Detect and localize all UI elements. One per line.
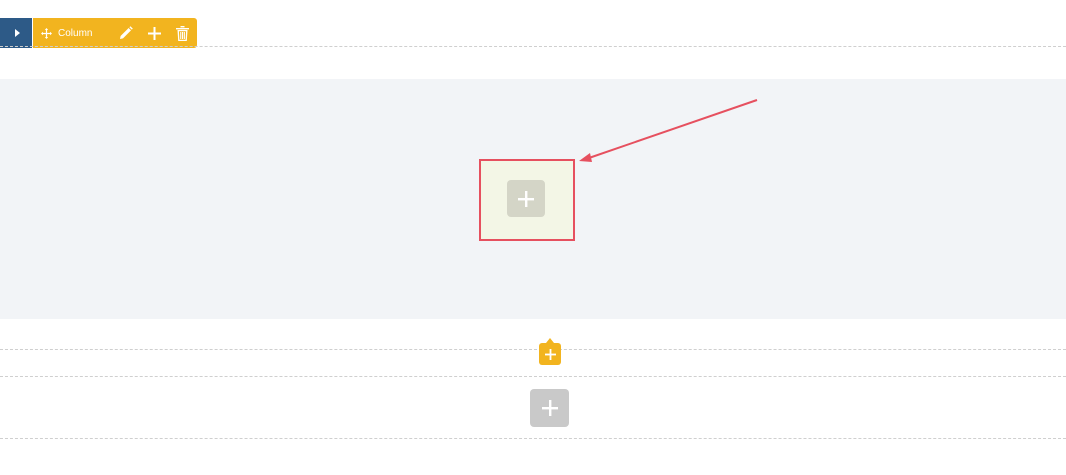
- section-boundary-line: [0, 438, 1066, 439]
- caret-right-icon: [14, 29, 20, 37]
- delete-column-button[interactable]: [169, 18, 197, 48]
- caret-up-icon: [546, 338, 554, 343]
- insert-section-button[interactable]: [539, 338, 561, 365]
- plus-icon: [544, 348, 556, 360]
- plus-icon: [147, 26, 161, 40]
- add-column-button[interactable]: [140, 18, 168, 48]
- row-handle-button[interactable]: [0, 18, 32, 48]
- column-boundary-line: [0, 46, 1066, 47]
- column-move-handle[interactable]: Column: [33, 18, 112, 48]
- add-section-button[interactable]: [530, 389, 569, 427]
- column-toolbar: Column: [33, 18, 197, 48]
- column-label: Column: [58, 27, 93, 39]
- section-boundary-line: [0, 349, 1066, 350]
- section-boundary-line: [0, 376, 1066, 377]
- plus-icon: [541, 400, 558, 416]
- page-builder-canvas: Column: [0, 0, 1066, 475]
- plus-icon: [518, 190, 534, 207]
- add-element-button[interactable]: [507, 180, 545, 217]
- pencil-icon: [120, 26, 133, 39]
- trash-icon: [176, 25, 190, 41]
- move-icon: [41, 27, 52, 39]
- edit-column-button[interactable]: [112, 18, 140, 48]
